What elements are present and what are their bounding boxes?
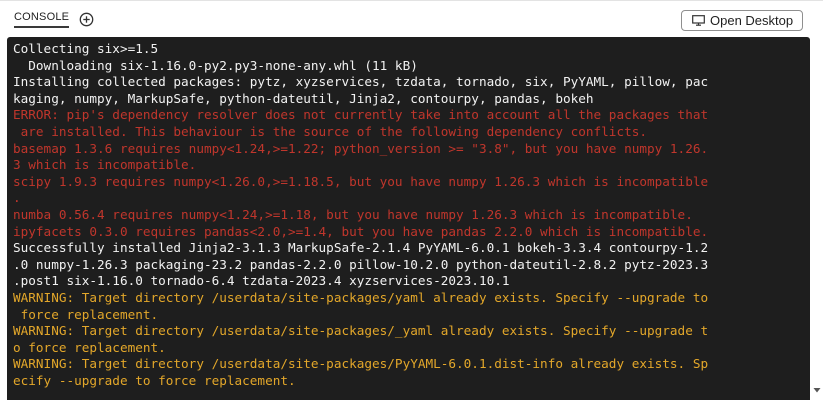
console-line: ipyfacets 0.3.0 requires pandas<2.0,>=1.… (13, 223, 709, 239)
console-line: Successfully installed Jinja2-3.1.3 Mark… (13, 240, 709, 256)
console-toolbar: CONSOLE Open Desktop (0, 0, 823, 34)
console-line: kaging, numpy, MarkupSafe, python-dateut… (13, 90, 594, 106)
console-line: 3 which is incompatible. (13, 157, 197, 173)
console-line: Downloading six-1.16.0-py2.py3-none-any.… (13, 57, 418, 73)
tab-console[interactable]: CONSOLE (14, 11, 70, 28)
console-line: WARNING: Target directory /userdata/site… (13, 323, 709, 339)
console-line: basemap 1.3.6 requires numpy<1.24,>=1.22… (13, 140, 709, 156)
console-line: Installing collected packages: pytz, xyz… (13, 74, 709, 90)
console-line: Collecting six>=1.5 (13, 41, 159, 56)
chevron-down-icon[interactable] (812, 385, 822, 395)
console-line: ecify --upgrade to force replacement. (13, 372, 296, 388)
open-desktop-label: Open Desktop (710, 13, 794, 28)
console-scrollbar[interactable] (811, 37, 823, 400)
console-line: are installed. This behaviour is the sou… (13, 123, 647, 139)
console-line: force replacement. (13, 306, 159, 322)
console-line: ERROR: pip's dependency resolver does no… (13, 107, 709, 123)
console-line: . (13, 190, 21, 206)
plus-circle-icon[interactable] (79, 12, 94, 27)
console-line: scipy 1.9.3 requires numpy<1.26.0,>=1.18… (13, 173, 709, 189)
console-line: .post1 six-1.16.0 tornado-6.4 tzdata-202… (13, 273, 510, 289)
open-desktop-button[interactable]: Open Desktop (681, 10, 803, 31)
console-line: WARNING: Target directory /userdata/site… (13, 289, 709, 305)
console-line: numba 0.56.4 requires numpy<1.24,>=1.18,… (13, 206, 693, 222)
desktop-icon (692, 15, 705, 26)
console-line: WARNING: Target directory /userdata/site… (13, 356, 709, 372)
console-output[interactable]: Collecting six>=1.5 Downloading six-1.16… (7, 37, 810, 400)
console-line: .0 numpy-1.26.3 packaging-23.2 pandas-2.… (13, 256, 709, 272)
console-line: o force replacement. (13, 339, 166, 355)
console-text-area: Collecting six>=1.5 Downloading six-1.16… (7, 37, 810, 389)
